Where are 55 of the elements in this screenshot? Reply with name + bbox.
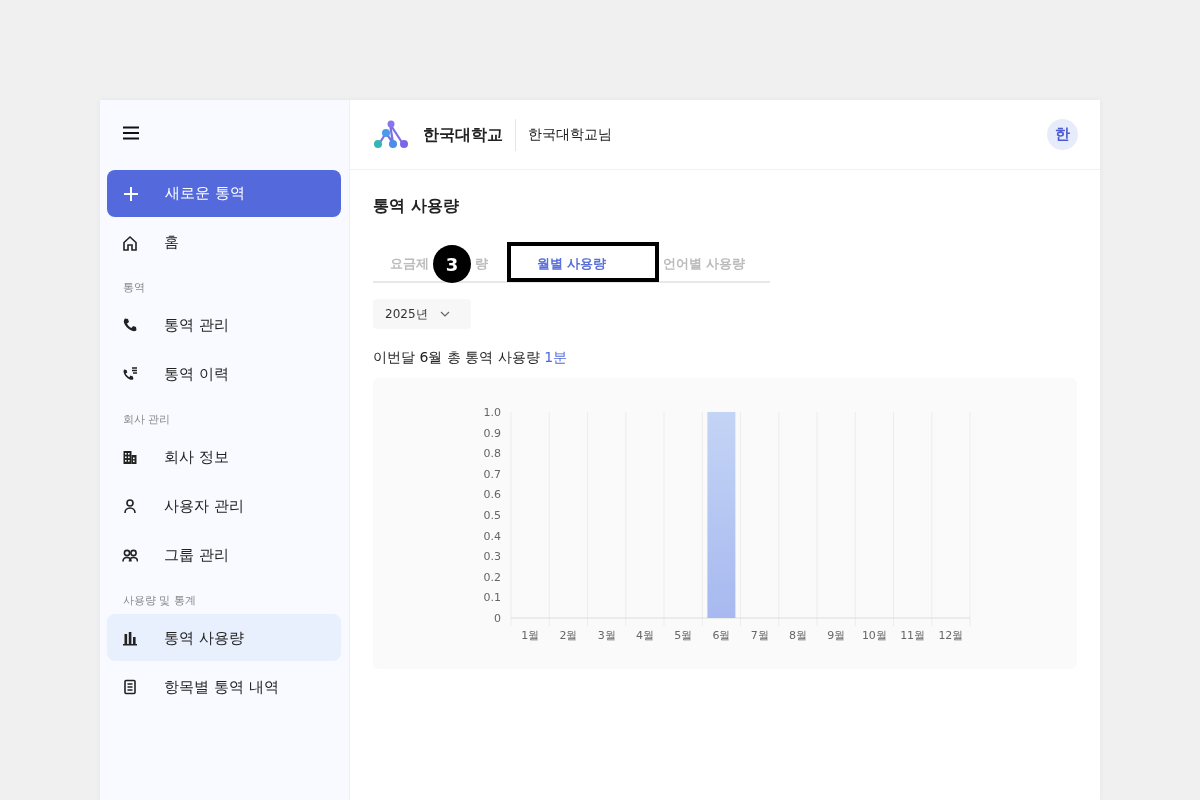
y-tick-label: 0.3 — [483, 550, 501, 564]
phone-list-icon — [122, 366, 138, 383]
x-tick-label: 11월 — [900, 629, 926, 642]
x-tick-label: 4월 — [635, 629, 654, 642]
logo-icon — [373, 119, 411, 150]
y-tick-label: 0.9 — [483, 426, 501, 440]
y-tick-label: 1.0 — [483, 406, 501, 419]
sidebar-item[interactable]: 통역 사용량 — [107, 614, 341, 662]
x-tick-label: 2월 — [559, 629, 578, 642]
sidebar-item[interactable]: 그룹 관리 — [107, 531, 341, 579]
user-icon — [122, 498, 138, 514]
organization-name: 한국대학교 — [423, 123, 503, 146]
chevron-down-icon — [439, 311, 450, 317]
new-interpretation-button[interactable]: 새로운 통역 — [107, 170, 341, 217]
user-name: 한국대학교님 — [528, 125, 612, 144]
x-tick-label: 1월 — [521, 629, 540, 642]
nav-section-label: 사용량 및 통계 — [122, 592, 197, 608]
nav-section-label: 통역 — [122, 280, 146, 295]
building-icon — [122, 449, 138, 465]
y-tick-label: 0.1 — [483, 591, 501, 605]
users-icon — [122, 547, 138, 563]
document-icon — [122, 678, 138, 695]
x-tick-label: 12월 — [938, 629, 964, 642]
sidebar-item[interactable]: 회사 정보 — [107, 433, 341, 481]
x-tick-label: 3월 — [597, 629, 616, 642]
nav-section-label: 회사 관리 — [122, 411, 172, 427]
usage-summary: 이번달 6월 총 통역 사용량 1분 — [373, 348, 569, 367]
y-tick-label: 0.5 — [483, 509, 501, 522]
y-tick-label: 0.6 — [483, 488, 501, 502]
y-tick-label: 0 — [494, 612, 501, 625]
step-marker: 3 — [433, 245, 471, 283]
x-tick-label: 6월 — [712, 629, 731, 642]
y-tick-label: 0.8 — [483, 447, 501, 461]
sidebar-item[interactable]: 통역 이력 — [107, 350, 341, 398]
x-tick-label: 10월 — [861, 629, 887, 642]
phone-icon — [122, 317, 138, 334]
x-tick-label: 9월 — [827, 629, 846, 642]
year-dropdown[interactable]: 2025년 — [373, 299, 471, 329]
tab[interactable]: 월별 사용량 — [505, 246, 638, 281]
page-title: 통역 사용량 — [373, 195, 460, 217]
plus-icon — [123, 185, 139, 202]
sidebar-item[interactable]: 통역 관리 — [107, 301, 341, 349]
x-tick-label: 8월 — [788, 629, 807, 642]
y-tick-label: 0.7 — [483, 467, 501, 481]
x-tick-label: 7월 — [750, 629, 769, 642]
avatar[interactable]: 한 — [1047, 119, 1078, 150]
sidebar-item[interactable]: 홈 — [107, 219, 341, 266]
sidebar-item[interactable]: 사용자 관리 — [107, 482, 341, 530]
sidebar-item[interactable]: 항목별 통역 내역 — [107, 663, 341, 711]
y-tick-label: 0.2 — [483, 570, 501, 584]
y-tick-label: 0.4 — [483, 529, 501, 543]
bar-chart-icon — [122, 629, 138, 646]
menu-icon[interactable] — [123, 126, 139, 140]
home-icon — [122, 234, 138, 251]
x-tick-label: 5월 — [674, 629, 693, 642]
